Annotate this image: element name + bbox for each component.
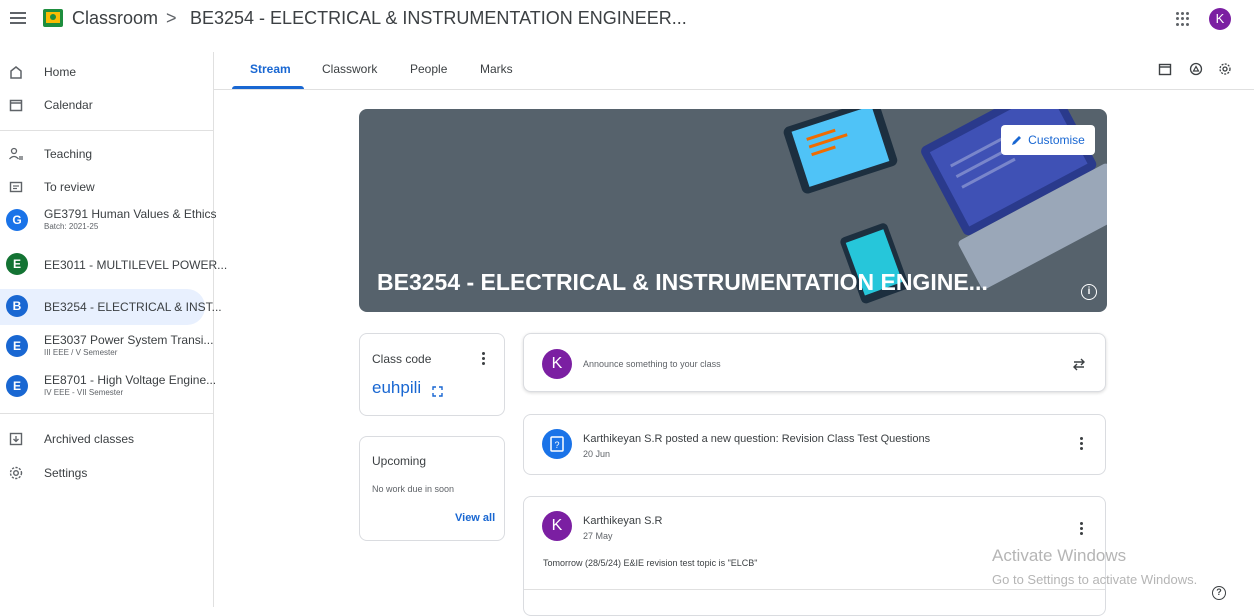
breadcrumb-classroom[interactable]: Classroom [72, 8, 158, 29]
tab-marks[interactable]: Marks [480, 62, 513, 76]
class-title: GE3791 Human Values & Ethics [44, 207, 217, 221]
post-date: 20 Jun [583, 449, 611, 459]
breadcrumb-class-name: BE3254 - ELECTRICAL & INSTRUMENTATION EN… [190, 8, 687, 28]
svg-text:?: ? [554, 440, 559, 450]
customise-button[interactable]: Customise [1001, 125, 1095, 155]
post-title: Karthikeyan S.R posted a new question: R… [583, 433, 931, 445]
sidebar: Home Calendar Teaching To review G GE379… [0, 52, 227, 607]
class-title: BE3254 - ELECTRICAL & INST... [44, 300, 222, 314]
sidebar-divider [0, 130, 214, 131]
upcoming-title: Upcoming [372, 454, 427, 468]
breadcrumb-separator: > [166, 8, 177, 28]
classroom-logo-icon[interactable] [43, 9, 63, 27]
sidebar-item-archived[interactable]: Archived classes [0, 424, 205, 454]
class-code-value[interactable]: euhpili [372, 378, 421, 398]
sidebar-item-label: Teaching [44, 147, 93, 161]
more-options-icon[interactable] [1080, 437, 1084, 453]
banner-title: BE3254 - ELECTRICAL & INSTRUMENTATION EN… [377, 269, 988, 295]
sidebar-divider [0, 413, 214, 414]
class-avatar: E [6, 335, 28, 357]
user-avatar: K [542, 349, 572, 379]
post-author: Karthikeyan S.R [583, 515, 663, 527]
activate-windows-subtitle: Go to Settings to activate Windows. [992, 572, 1198, 587]
class-code-card: Class code euhpili [359, 333, 505, 416]
sidebar-item-class-active[interactable]: B BE3254 - ELECTRICAL & INST... [0, 289, 222, 325]
class-avatar: E [6, 375, 28, 397]
activate-windows-title: Activate Windows [992, 546, 1127, 565]
class-banner: Customise BE3254 - ELECTRICAL & INSTRUME… [359, 109, 1107, 312]
main-menu-icon[interactable] [10, 12, 26, 28]
active-tab-indicator [232, 86, 304, 89]
announce-card[interactable]: K Announce something to your class [523, 333, 1106, 392]
class-tabs: Stream Classwork People Marks [214, 52, 1254, 90]
sidebar-item-class[interactable]: E EE3011 - MULTILEVEL POWER... [0, 247, 227, 283]
sidebar-item-label: Archived classes [44, 432, 135, 446]
sidebar-item-label: To review [44, 180, 95, 194]
gear-icon[interactable] [1218, 62, 1232, 76]
calendar-icon [9, 99, 23, 112]
upcoming-empty-text: No work due in soon [372, 484, 455, 494]
sidebar-item-class[interactable]: G GE3791 Human Values & Ethics Batch: 20… [0, 203, 217, 239]
help-icon[interactable]: ? [1212, 586, 1226, 600]
gear-icon [9, 466, 23, 480]
sidebar-item-label: Calendar [44, 98, 93, 112]
tab-people[interactable]: People [410, 62, 447, 76]
google-apps-icon[interactable] [1176, 12, 1190, 26]
folder-icon [9, 181, 23, 193]
repost-icon[interactable] [1072, 356, 1086, 372]
class-subtitle: IV EEE - VII Semester [44, 388, 124, 397]
more-options-icon[interactable] [482, 352, 486, 368]
drive-icon[interactable] [1189, 62, 1203, 76]
post-divider [524, 589, 1105, 590]
upcoming-card: Upcoming No work due in soon View all [359, 436, 505, 541]
home-icon [10, 66, 22, 79]
calendar-icon[interactable] [1158, 62, 1172, 76]
class-title: EE3011 - MULTILEVEL POWER... [44, 258, 228, 272]
sidebar-item-label: Settings [44, 466, 88, 480]
people-icon [9, 147, 23, 160]
info-icon[interactable]: i [1081, 284, 1097, 300]
post-date: 27 May [583, 531, 613, 541]
class-avatar: G [6, 209, 28, 231]
sidebar-item-label: Home [44, 65, 77, 79]
pencil-icon [1012, 135, 1022, 145]
top-app-bar: Classroom > BE3254 - ELECTRICAL & INSTRU… [0, 0, 1254, 44]
tab-classwork[interactable]: Classwork [322, 62, 377, 76]
sidebar-item-class[interactable]: E EE3037 Power System Transi... III EEE … [0, 329, 213, 365]
sidebar-item-class[interactable]: E EE8701 - High Voltage Engine... IV EEE… [0, 369, 216, 405]
class-avatar: B [6, 295, 28, 317]
view-all-link[interactable]: View all [455, 512, 495, 524]
announce-placeholder[interactable]: Announce something to your class [583, 359, 721, 369]
sidebar-item-home[interactable]: Home [0, 57, 205, 87]
sidebar-item-calendar[interactable]: Calendar [0, 90, 205, 120]
class-avatar: E [6, 253, 28, 275]
class-title: EE3037 Power System Transi... [44, 333, 214, 347]
sidebar-item-to-review[interactable]: To review [0, 172, 205, 202]
more-options-icon[interactable] [1080, 522, 1084, 538]
fullscreen-icon[interactable] [432, 386, 443, 397]
class-subtitle: III EEE / V Semester [44, 348, 118, 357]
sidebar-item-settings[interactable]: Settings [0, 458, 205, 488]
class-subtitle: Batch: 2021-25 [44, 222, 99, 231]
account-avatar[interactable]: K [1209, 8, 1231, 30]
user-avatar: K [542, 511, 572, 541]
stream-post[interactable]: ? Karthikeyan S.R posted a new question:… [523, 414, 1106, 475]
class-title: EE8701 - High Voltage Engine... [44, 373, 217, 387]
archive-icon [9, 432, 23, 446]
customise-label: Customise [1028, 133, 1085, 147]
post-body: Tomorrow (28/5/24) E&IE revision test to… [543, 558, 758, 568]
sidebar-item-teaching[interactable]: Teaching [0, 139, 205, 169]
tab-stream[interactable]: Stream [250, 62, 291, 76]
class-code-label: Class code [372, 352, 432, 366]
question-icon: ? [542, 429, 572, 459]
